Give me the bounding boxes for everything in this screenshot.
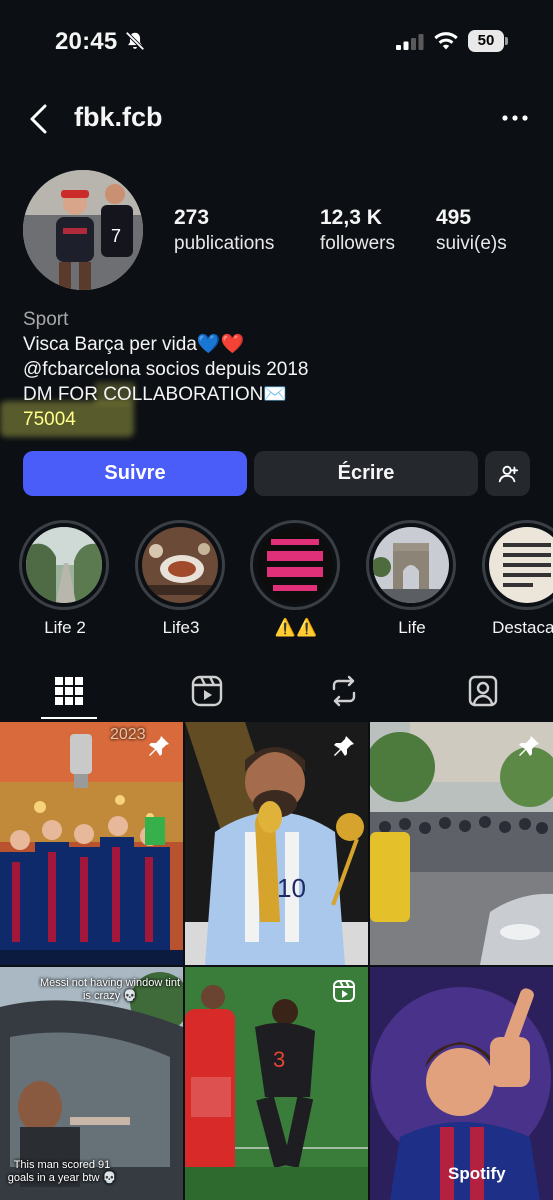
pin-icon xyxy=(149,736,169,756)
post-text: 2023 xyxy=(110,726,146,743)
bio-line: Visca Barça per vida💙❤️ xyxy=(23,334,245,355)
bio-postcode: 75004 xyxy=(23,409,76,430)
stat-followers[interactable]: 12,3 K followers xyxy=(320,205,395,257)
tab-posts-grid[interactable] xyxy=(49,671,89,711)
highlight-label: Destacad xyxy=(492,618,553,637)
tab-reels[interactable] xyxy=(187,671,227,711)
post-thumbnail[interactable] xyxy=(370,722,553,965)
stat-value: 273 xyxy=(174,206,210,229)
tagged-person-icon xyxy=(468,675,498,707)
profile-bio: Sport Visca Barça per vida💙❤️ @fcbarcelo… xyxy=(23,307,533,432)
svg-text:7: 7 xyxy=(111,226,121,246)
post-thumbnail[interactable]: 2023 xyxy=(0,722,183,965)
posts-grid: 2023 10 Messi not having window tint is … xyxy=(0,722,553,1200)
suggested-users-button[interactable] xyxy=(485,451,530,496)
stat-value: 12,3 K xyxy=(320,206,382,229)
stat-value: 495 xyxy=(436,206,472,229)
cellular-signal-icon xyxy=(396,34,424,50)
bio-category: Sport xyxy=(23,309,69,330)
highlight-item[interactable]: ⚠️⚠️ xyxy=(250,520,342,638)
highlight-item[interactable]: Life xyxy=(366,520,458,638)
message-button[interactable]: Écrire xyxy=(254,451,478,496)
more-options-icon[interactable] xyxy=(498,108,532,128)
tab-tagged[interactable] xyxy=(463,671,503,711)
post-thumbnail[interactable]: Spotify xyxy=(370,967,553,1200)
stat-publications[interactable]: 273 publications xyxy=(174,205,274,257)
highlight-label: Life3 xyxy=(162,618,200,637)
post-thumbnail[interactable]: 10 xyxy=(185,722,368,965)
post-text: Messi not having window tint is crazy 💀 xyxy=(40,977,181,1002)
highlight-item[interactable]: Life 2 xyxy=(19,520,111,638)
bell-muted-icon xyxy=(125,31,145,51)
svg-text:10: 10 xyxy=(277,873,306,903)
reel-icon xyxy=(333,980,355,1002)
pin-icon xyxy=(334,736,354,756)
pin-icon xyxy=(519,736,539,756)
svg-text:3: 3 xyxy=(273,1047,285,1072)
highlight-item[interactable]: Destacad xyxy=(482,520,553,638)
battery-level: 50 xyxy=(468,30,504,52)
highlight-label: Life xyxy=(398,618,426,637)
post-thumbnail[interactable]: 3 xyxy=(185,967,368,1200)
wifi-icon xyxy=(434,32,458,50)
follow-button[interactable]: Suivre xyxy=(23,451,247,496)
battery-icon: 50 xyxy=(468,30,508,52)
highlight-label: ⚠️⚠️ xyxy=(274,618,318,637)
status-time: 20:45 xyxy=(55,28,118,55)
stat-following[interactable]: 495 suivi(e)s xyxy=(436,205,507,257)
add-person-icon xyxy=(498,465,518,482)
bio-mention[interactable]: @fcbarcelona socios depuis 2018 xyxy=(23,357,533,382)
post-text: This man scored 91 goals in a year btw 💀 xyxy=(7,1159,117,1184)
status-bar: 20:45 50 xyxy=(0,0,553,84)
reels-icon xyxy=(191,675,223,707)
repost-icon xyxy=(332,675,356,707)
highlight-label: Life 2 xyxy=(44,618,86,637)
tab-reposts[interactable] xyxy=(324,671,364,711)
grid-icon xyxy=(55,677,83,705)
bio-line: DM FOR COLLABORATION✉️ xyxy=(23,384,287,405)
back-arrow-icon[interactable] xyxy=(26,103,50,135)
post-text: Spotify xyxy=(448,1164,506,1183)
highlight-item[interactable]: Life3 xyxy=(135,520,227,638)
post-thumbnail[interactable]: Messi not having window tint is crazy 💀 … xyxy=(0,967,183,1200)
stat-label: followers xyxy=(320,233,395,254)
profile-username: fbk.fcb xyxy=(74,102,163,132)
active-tab-indicator xyxy=(41,717,97,719)
profile-avatar[interactable]: 7 xyxy=(23,170,143,290)
stat-label: suivi(e)s xyxy=(436,233,507,254)
stat-label: publications xyxy=(174,233,275,254)
